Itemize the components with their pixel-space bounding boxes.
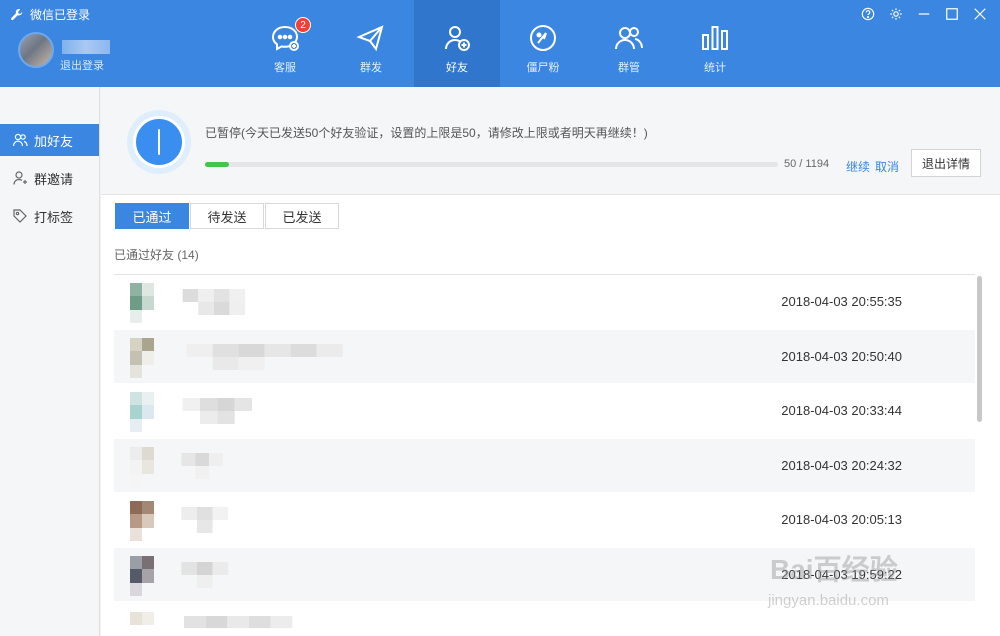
main-panel: 已暂停(今天已发送50个好友验证，设置的上限是50，请修改上限或者明天再继续！)… — [101, 87, 1000, 636]
row-time: 2018-04-03 20:33:44 — [781, 403, 902, 418]
continue-link[interactable]: 继续 — [846, 158, 870, 175]
app-title-label: 微信已登录 — [30, 8, 91, 22]
avatar — [130, 283, 154, 323]
status-message: 已暂停(今天已发送50个好友验证，设置的上限是50，请修改上限或者明天再继续！) — [205, 126, 648, 140]
send-icon — [356, 25, 384, 52]
sidebar-item-label: 打标签 — [34, 209, 74, 225]
sidebar-item-label: 加好友 — [34, 133, 74, 149]
row-time: 2018-04-03 19:59:22 — [781, 566, 902, 582]
tab-sent[interactable]: 已发送 — [265, 203, 339, 229]
row-time: 2018-04-03 20:55:35 — [781, 294, 902, 309]
list-item[interactable]: 2018-04-03 20:05:13 — [114, 493, 975, 548]
name-blurred — [184, 616, 293, 629]
add-friend-icon — [445, 26, 470, 51]
app-title: 微信已登录 — [10, 6, 90, 23]
row-time: 2018-04-03 20:05:13 — [781, 512, 902, 527]
name-blurred — [181, 507, 229, 533]
exit-details-button[interactable]: 退出详情 — [911, 149, 981, 177]
section-title: 已通过好友 (14) — [114, 246, 199, 263]
nav-label: 僵尸粉 — [526, 62, 560, 74]
section-title-text: 已通过好友 — [114, 248, 175, 262]
sidebar-item-add-friends[interactable]: 加好友 — [0, 124, 99, 156]
name-blurred — [186, 343, 343, 370]
nav-item-zombie-fans[interactable]: 僵尸粉 — [500, 0, 586, 87]
progress-bar-fill — [205, 162, 230, 167]
nav-label: 群管 — [618, 62, 640, 74]
gear-icon[interactable] — [888, 6, 904, 22]
zombie-icon — [530, 25, 556, 51]
nav-item-customer-service[interactable]: 客服 2 — [242, 0, 328, 87]
nav-item-statistics[interactable]: 统计 — [672, 0, 758, 87]
nav-label: 统计 — [704, 62, 726, 74]
nickname-blurred — [62, 40, 110, 54]
name-blurred — [182, 398, 252, 424]
stats-icon — [702, 26, 728, 50]
tag-icon — [13, 209, 27, 223]
progress-bar — [205, 162, 778, 167]
progress-panel: 已暂停(今天已发送50个好友验证，设置的上限是50，请修改上限或者明天再继续！)… — [101, 87, 1000, 195]
list-scrollbar[interactable] — [977, 276, 982, 422]
tab-pending[interactable]: 待发送 — [190, 203, 264, 229]
nav-label: 群发 — [360, 62, 382, 74]
tab-passed[interactable]: 已通过 — [115, 203, 189, 229]
list-item[interactable]: 2018-04-03 20:33:44 — [114, 384, 975, 439]
avatar — [130, 501, 154, 541]
status-tabs: 已通过 待发送 已发送 — [115, 203, 340, 229]
name-blurred — [182, 289, 246, 315]
avatar — [130, 392, 154, 432]
avatar — [130, 337, 154, 378]
progress-count: 50 / 1194 — [784, 158, 830, 170]
list-item[interactable] — [114, 602, 975, 636]
list-item[interactable]: 2018-04-03 20:55:35 — [114, 275, 975, 330]
nav-label: 好友 — [446, 62, 468, 74]
group-invite-icon — [13, 171, 27, 185]
wrench-icon — [11, 8, 23, 20]
avatar — [130, 446, 154, 487]
sidebar-item-group-invite[interactable]: 群邀请 — [0, 162, 99, 194]
list-item[interactable]: 2018-04-03 20:50:40 — [114, 329, 975, 384]
name-blurred — [181, 561, 229, 588]
row-time: 2018-04-03 20:50:40 — [781, 348, 902, 364]
group-icon — [615, 27, 643, 50]
list-item[interactable]: 2018-04-03 19:59:22 — [114, 547, 975, 602]
sidebar-item-tags[interactable]: 打标签 — [0, 200, 99, 232]
avatar[interactable] — [18, 32, 54, 68]
logout-link[interactable]: 退出登录 — [60, 57, 104, 73]
window-controls — [860, 6, 988, 22]
sidebar: 加好友 群邀请 打标签 — [0, 87, 100, 636]
add-friends-icon — [12, 133, 28, 147]
list-item[interactable]: 2018-04-03 20:24:32 — [114, 438, 975, 493]
maximize-icon[interactable] — [944, 6, 960, 22]
avatar — [130, 555, 154, 596]
section-title-count: (14) — [177, 248, 199, 262]
stopwatch-icon — [127, 110, 191, 174]
help-icon[interactable] — [860, 6, 876, 22]
top-bar: 微信已登录 退出登录 客服 2 群发 好友 僵尸粉 群管 统计 — [0, 0, 1000, 87]
minimize-icon[interactable] — [916, 6, 932, 22]
unread-badge: 2 — [295, 17, 311, 33]
close-icon[interactable] — [972, 6, 988, 22]
cancel-link[interactable]: 取消 — [875, 158, 899, 175]
name-blurred — [181, 452, 223, 479]
row-time: 2018-04-03 20:24:32 — [781, 457, 902, 473]
nav-label: 客服 — [274, 62, 296, 74]
nav-item-group-manage[interactable]: 群管 — [586, 0, 672, 87]
friend-list: 2018-04-03 20:55:35 2018-04-03 20:50:40 … — [114, 274, 975, 636]
main-nav: 客服 2 群发 好友 僵尸粉 群管 统计 — [242, 0, 758, 87]
avatar — [130, 612, 154, 625]
nav-item-broadcast[interactable]: 群发 — [328, 0, 414, 87]
nav-item-friends[interactable]: 好友 — [414, 0, 500, 87]
sidebar-item-label: 群邀请 — [34, 171, 74, 187]
